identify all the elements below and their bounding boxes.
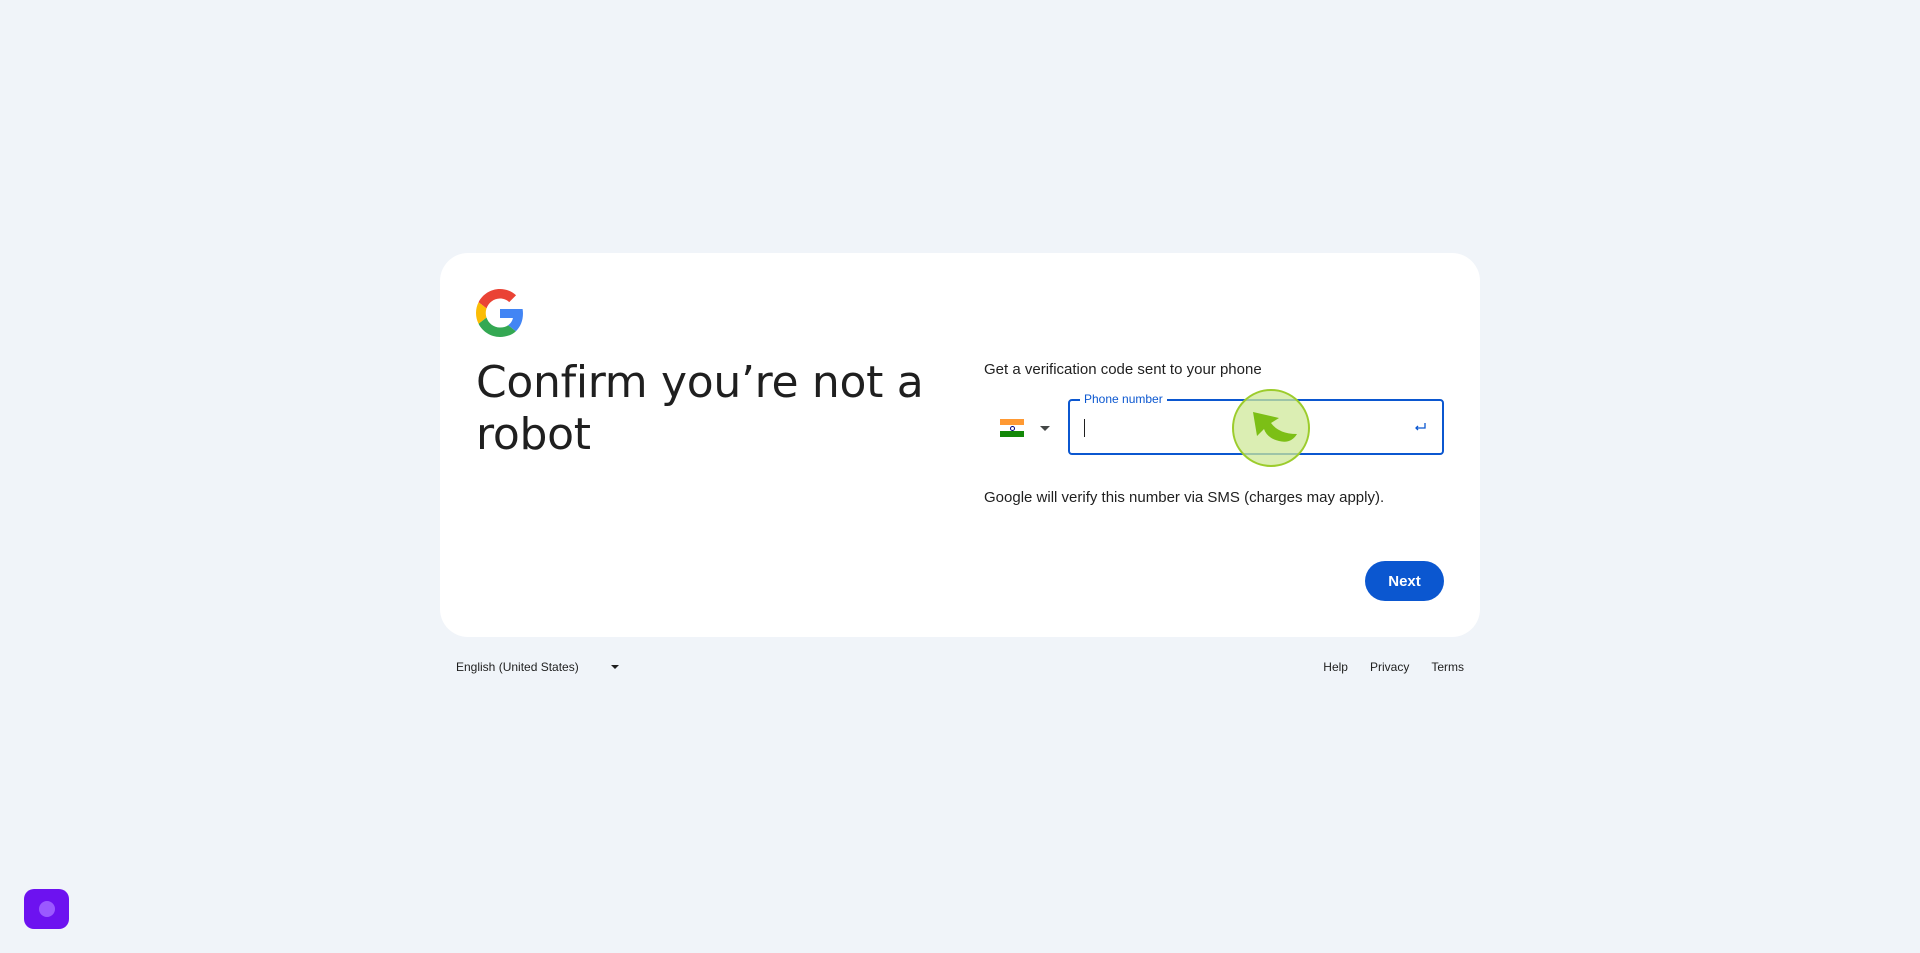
footer-links: Help Privacy Terms	[1323, 660, 1464, 674]
terms-link[interactable]: Terms	[1431, 660, 1464, 674]
text-cursor	[1084, 419, 1085, 437]
india-flag-icon	[1000, 419, 1024, 437]
next-button[interactable]: Next	[1365, 561, 1444, 601]
sms-hint: Google will verify this number via SMS (…	[984, 489, 1385, 506]
verification-prompt: Get a verification code sent to your pho…	[984, 361, 1262, 378]
phone-number-input[interactable]	[1084, 401, 1388, 455]
country-code-select[interactable]	[984, 400, 1064, 456]
help-link[interactable]: Help	[1323, 660, 1348, 674]
language-select[interactable]: English (United States)	[456, 660, 619, 674]
phone-number-field[interactable]: Phone number	[1068, 392, 1444, 455]
privacy-link[interactable]: Privacy	[1370, 660, 1409, 674]
page: Confirm you’re not a robot Get a verific…	[0, 0, 1920, 953]
assistant-icon	[38, 901, 55, 917]
keyboard-return-icon	[1415, 423, 1426, 431]
footer: English (United States) Help Privacy Ter…	[440, 652, 1480, 684]
page-title: Confirm you’re not a robot	[476, 357, 924, 460]
language-label: English (United States)	[456, 660, 579, 674]
caret-down-icon	[1040, 425, 1050, 431]
verification-form: Get a verification code sent to your pho…	[984, 253, 1444, 637]
caret-down-icon	[610, 665, 619, 669]
assistant-launcher-button[interactable]	[24, 889, 69, 929]
signin-card: Confirm you’re not a robot Get a verific…	[440, 253, 1480, 637]
google-logo-icon	[476, 289, 523, 337]
